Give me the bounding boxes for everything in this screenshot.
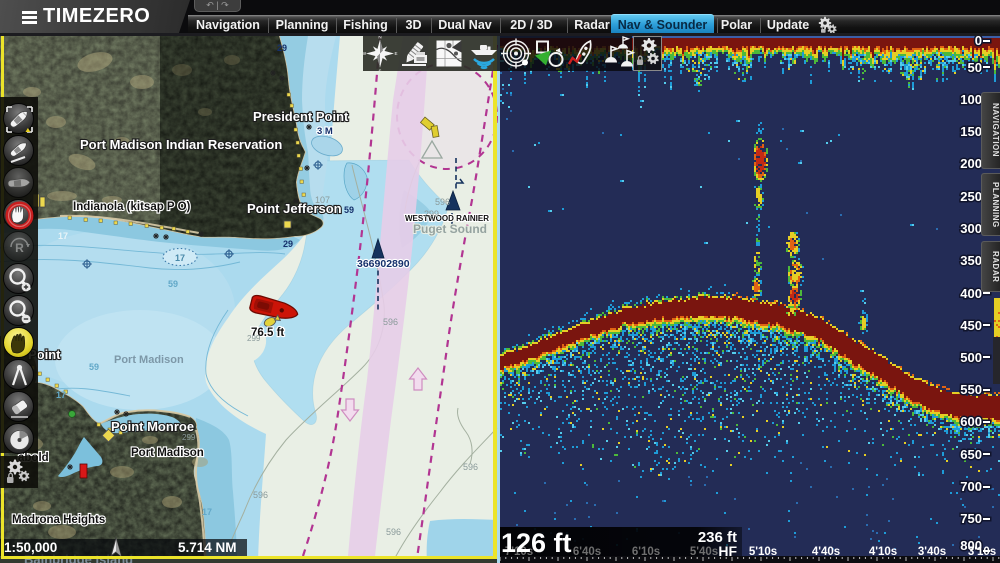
svg-text:59: 59 (89, 362, 99, 372)
svg-text:3 M: 3 M (317, 126, 333, 137)
svg-text:750: 750 (960, 511, 982, 526)
svg-text:299: 299 (247, 334, 261, 343)
svg-text:Madrona Heights: Madrona Heights (12, 514, 105, 526)
svg-text:S: S (378, 69, 381, 72)
svg-text:596: 596 (463, 462, 478, 472)
svg-text:5'10s: 5'10s (749, 546, 777, 558)
svg-text:3'40s: 3'40s (918, 546, 946, 558)
svg-text:Point Monroe: Point Monroe (111, 419, 194, 434)
svg-text:4'40s: 4'40s (812, 546, 840, 558)
svg-text:300: 300 (960, 221, 982, 236)
svg-text:366902890: 366902890 (357, 258, 410, 270)
svg-text:3'10s: 3'10s (968, 546, 996, 558)
svg-text:126 ft: 126 ft (501, 528, 572, 558)
svg-text:50: 50 (968, 60, 982, 75)
svg-text:N: N (378, 36, 381, 40)
svg-text:600: 600 (960, 414, 982, 429)
svg-text:Port Madison: Port Madison (131, 447, 204, 459)
svg-text:6'10s: 6'10s (632, 546, 660, 558)
svg-text:6'40s: 6'40s (573, 546, 601, 558)
svg-text:17: 17 (58, 231, 68, 241)
svg-text:596: 596 (253, 490, 268, 500)
svg-text:0: 0 (975, 36, 982, 48)
svg-text:596: 596 (383, 317, 398, 327)
svg-text:650: 650 (960, 447, 982, 462)
svg-text:596: 596 (386, 527, 401, 537)
svg-text:Port Madison: Port Madison (114, 354, 184, 366)
svg-text:17: 17 (56, 390, 66, 400)
svg-text:Port Madison Indian Reservatio: Port Madison Indian Reservation (80, 137, 282, 152)
svg-text:HF: HF (718, 543, 737, 559)
svg-text:299: 299 (424, 209, 439, 219)
svg-text:17: 17 (202, 507, 212, 517)
svg-text:450: 450 (960, 318, 982, 333)
svg-text:350: 350 (960, 253, 982, 268)
svg-text:550: 550 (960, 382, 982, 397)
svg-text:29: 29 (283, 239, 293, 249)
svg-text:R: R (15, 241, 24, 255)
svg-text:29: 29 (277, 43, 287, 53)
svg-text:200: 200 (960, 156, 982, 171)
svg-text:59: 59 (344, 205, 354, 215)
svg-text:5'40s: 5'40s (690, 546, 718, 558)
svg-text:100: 100 (960, 92, 982, 107)
svg-text:59: 59 (168, 279, 178, 289)
svg-text:Indianola (kitsap P O): Indianola (kitsap P O) (73, 201, 191, 213)
svg-text:500: 500 (960, 350, 982, 365)
svg-text:150: 150 (960, 124, 982, 139)
svg-text:107: 107 (315, 195, 330, 205)
svg-text:President Point: President Point (253, 109, 349, 124)
svg-text:17: 17 (175, 253, 185, 263)
svg-text:400: 400 (960, 286, 982, 301)
svg-text:700: 700 (960, 479, 982, 494)
svg-text:Puget Sound: Puget Sound (413, 222, 487, 236)
svg-text:250: 250 (960, 189, 982, 204)
svg-text:E: E (394, 51, 397, 56)
svg-text:596: 596 (435, 197, 450, 207)
svg-text:299: 299 (182, 433, 196, 442)
svg-text:4'10s: 4'10s (869, 546, 897, 558)
